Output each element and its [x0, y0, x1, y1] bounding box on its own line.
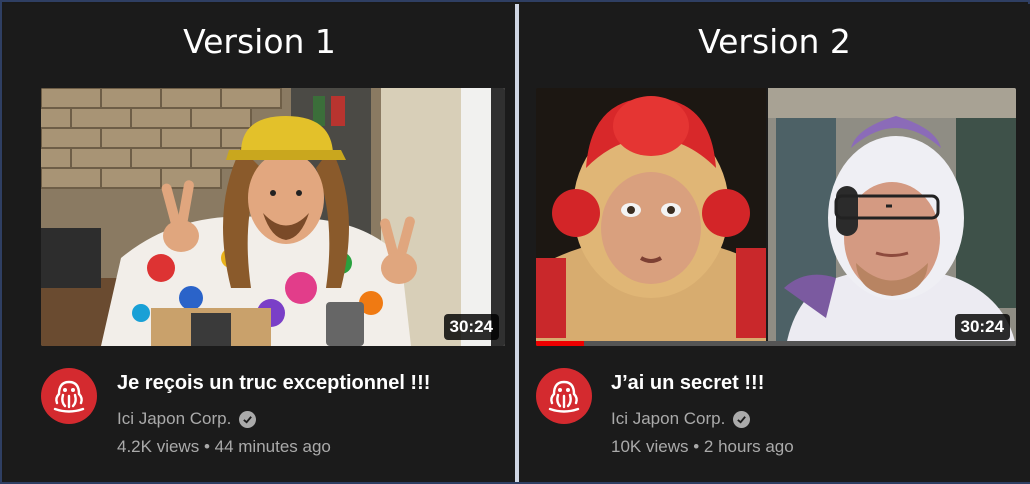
- watch-progress-bar: [536, 341, 584, 346]
- view-count: 4.2K views: [117, 437, 200, 456]
- version-heading: Version 1: [183, 22, 336, 61]
- verified-check-icon: [239, 410, 257, 428]
- video-stats: 10K views • 2 hours ago: [611, 437, 794, 457]
- channel-avatar[interactable]: [41, 368, 97, 424]
- video-thumbnail[interactable]: 30:24: [41, 88, 505, 346]
- verified-check-icon: [733, 410, 751, 428]
- video-duration-badge: 30:24: [954, 314, 1010, 340]
- video-title[interactable]: J’ai un secret !!!: [611, 370, 794, 396]
- video-meta: Je reçois un truc exceptionnel !!! Ici J…: [117, 370, 430, 457]
- octopus-logo-icon: [548, 380, 580, 413]
- thumbnail-image: [41, 88, 505, 346]
- video-title[interactable]: Je reçois un truc exceptionnel !!!: [117, 370, 430, 396]
- version-1-panel: Version 1 30:24 Je reçois un truc except…: [4, 4, 515, 482]
- upload-age: 44 minutes ago: [214, 437, 331, 456]
- video-stats: 4.2K views • 44 minutes ago: [117, 437, 430, 457]
- channel-name[interactable]: Ici Japon Corp.: [611, 409, 725, 429]
- channel-name-row[interactable]: Ici Japon Corp.: [611, 409, 794, 429]
- comparison-frame: Version 1 30:24 Je reçois un truc except…: [0, 0, 1030, 484]
- video-meta: J’ai un secret !!! Ici Japon Corp. 10K v…: [611, 370, 794, 457]
- video-thumbnail[interactable]: 30:24: [536, 88, 1016, 346]
- video-duration-badge: 30:24: [443, 314, 499, 340]
- upload-age: 2 hours ago: [703, 437, 794, 456]
- separator-dot: •: [203, 437, 215, 456]
- channel-name-row[interactable]: Ici Japon Corp.: [117, 409, 430, 429]
- thumbnail-image: [536, 88, 1016, 346]
- channel-avatar[interactable]: [536, 368, 592, 424]
- version-2-panel: Version 2 30:24 J’ai un secret !!! Ici J…: [519, 4, 1030, 482]
- separator-dot: •: [693, 437, 704, 456]
- version-heading: Version 2: [698, 22, 851, 61]
- octopus-logo-icon: [53, 380, 85, 413]
- channel-name[interactable]: Ici Japon Corp.: [117, 409, 231, 429]
- view-count: 10K views: [611, 437, 689, 456]
- watch-progress-track: [536, 341, 1016, 346]
